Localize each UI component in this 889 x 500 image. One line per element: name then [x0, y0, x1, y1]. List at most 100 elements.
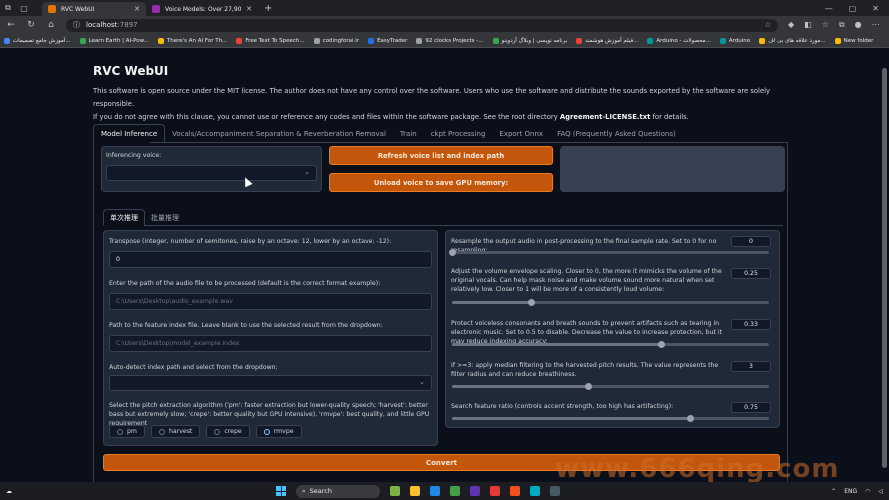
slider-handle[interactable] — [528, 299, 536, 306]
auto-detect-index-dropdown[interactable]: ⌄ — [109, 375, 432, 391]
slider-handle[interactable] — [449, 249, 456, 256]
tab-vocal-separation[interactable]: Vocals/Accompaniment Separation & Reverb… — [165, 124, 393, 143]
resample-slider[interactable] — [449, 249, 769, 256]
tab-actions-icon[interactable]: ▢ — [16, 0, 32, 16]
tab-title: Voice Models: Over 27,900+ Uni — [165, 5, 242, 13]
bookmark-item[interactable]: آموزش جامع تصمیمات... — [4, 37, 71, 44]
windows-start-icon[interactable] — [276, 486, 286, 496]
bookmark-item[interactable]: New folder — [834, 37, 873, 44]
taskbar-search[interactable]: ⌕ Search — [296, 484, 380, 498]
feature-ratio-slider[interactable] — [452, 415, 769, 422]
browser-tab-strip: ⧉ ▢ RVC WebUI ✕ Voice Models: Over 27,90… — [0, 0, 889, 16]
tab-batch-inference[interactable]: 批量推理 — [145, 209, 185, 226]
bookmark-item[interactable]: Free Text To Speech... — [236, 37, 305, 44]
pitch-option-rmvpe[interactable]: rmvpe — [255, 425, 302, 438]
pitch-option-harvest[interactable]: harvest — [150, 425, 201, 438]
app-icon[interactable] — [490, 486, 500, 496]
weather-widget[interactable]: ☁ — [6, 488, 186, 495]
bookmark-item[interactable]: codingforai.ir — [313, 37, 359, 44]
close-tab-icon[interactable]: ✕ — [246, 5, 252, 13]
home-icon[interactable]: ⌂ — [46, 20, 56, 30]
browser-menu-icon[interactable]: ⧉ — [0, 0, 16, 16]
feature-ratio-label: Search feature ratio (controls accent st… — [451, 403, 674, 410]
protect-number-input[interactable]: 0.33 — [731, 319, 771, 330]
site-info-icon[interactable]: ⓘ — [73, 20, 80, 30]
median-filter-number-input[interactable]: 3 — [731, 361, 771, 372]
more-icon[interactable]: ⋯ — [872, 20, 880, 30]
inferencing-voice-dropdown[interactable]: ⌄ — [106, 165, 317, 181]
tab-export-onnx[interactable]: Export Onnx — [492, 124, 550, 143]
refresh-voice-list-button[interactable]: Refresh voice list and index path — [329, 146, 553, 165]
bookmark-item[interactable]: Learn Earth | AI-Pow... — [79, 37, 149, 44]
back-icon[interactable]: ← — [6, 20, 16, 30]
tab-model-inference[interactable]: Model Inference — [93, 124, 166, 143]
split-screen-icon[interactable]: ◧ — [804, 20, 812, 30]
slider-handle[interactable] — [658, 341, 666, 348]
rvc-favicon-icon — [48, 5, 56, 13]
median-filter-slider[interactable] — [452, 383, 769, 390]
url-bar[interactable]: ⓘ localhost:7897 ☆ — [66, 18, 778, 32]
bookmark-item[interactable]: برنامه نویسی | وبلاگ آردوینو — [492, 37, 567, 44]
widgets-app-icon[interactable] — [390, 486, 400, 496]
browser-tab-rvc[interactable]: RVC WebUI ✕ — [42, 2, 146, 16]
bookmark-item[interactable]: فیلم آموزش هوشمند... — [576, 37, 638, 44]
terminal-icon[interactable] — [550, 486, 560, 496]
language-indicator[interactable]: ENG — [844, 488, 857, 495]
reload-icon[interactable]: ↻ — [26, 20, 36, 30]
window-controls: — ▢ ✕ — [825, 4, 889, 13]
store-icon[interactable] — [470, 486, 480, 496]
bookmark-item[interactable]: 92 clocks Projects -... — [416, 37, 484, 44]
page-scrollbar[interactable] — [882, 54, 887, 474]
volume-envelope-slider[interactable] — [452, 299, 769, 306]
tray-up-icon[interactable]: ⌃ — [831, 488, 836, 495]
url-host: localhost — [86, 21, 118, 29]
slider-handle[interactable] — [686, 415, 694, 422]
bookmark-favicon-icon — [759, 37, 766, 44]
rvc-webui-page: RVC WebUI This software is open source u… — [0, 48, 889, 482]
maximize-icon[interactable]: ▢ — [849, 4, 857, 13]
main-tabs: Model Inference Vocals/Accompaniment Sep… — [93, 124, 683, 143]
profile-icon[interactable]: ● — [855, 20, 862, 30]
collections-icon[interactable]: ⧉ — [839, 20, 845, 30]
tab-train[interactable]: Train — [393, 124, 424, 143]
volume-icon[interactable]: ◁ — [878, 488, 883, 495]
bookmark-item[interactable]: Arduino — [719, 37, 750, 44]
bookmark-favicon-icon — [492, 37, 499, 44]
index-path-input[interactable]: C:\Users\Desktop\model_example.index — [109, 335, 432, 352]
chrome-icon[interactable] — [450, 486, 460, 496]
close-window-icon[interactable]: ✕ — [872, 4, 879, 13]
volume-envelope-number-input[interactable]: 0.25 — [731, 268, 771, 279]
app-icon[interactable] — [530, 486, 540, 496]
bookmark-item[interactable]: EasyTrader — [368, 37, 407, 44]
edge-browser-icon[interactable] — [430, 486, 440, 496]
tab-ckpt-processing[interactable]: ckpt Processing — [424, 124, 493, 143]
new-tab-icon[interactable]: + — [264, 3, 272, 14]
audio-path-input[interactable]: C:\Users\Desktop\audio_example.wav — [109, 293, 432, 310]
transpose-label: Transpose (integer, number of semitones,… — [109, 238, 392, 245]
resample-number-input[interactable]: 0 — [731, 236, 771, 247]
tab-faq[interactable]: FAQ (Frequently Asked Questions) — [550, 124, 683, 143]
unload-voice-button[interactable]: Unload voice to save GPU memory: — [329, 173, 553, 192]
browser-tab-voice-models[interactable]: Voice Models: Over 27,900+ Uni ✕ — [146, 2, 258, 16]
protect-slider[interactable] — [452, 341, 769, 348]
transpose-input[interactable]: 0 — [109, 251, 432, 268]
favorites-icon[interactable]: ☆ — [822, 20, 829, 30]
bookmarks-bar: آموزش جامع تصمیمات... Learn Earth | AI-Po… — [0, 34, 889, 48]
extension-icon[interactable]: ◆ — [788, 20, 794, 30]
close-tab-icon[interactable]: ✕ — [134, 5, 140, 13]
system-tray: ⌃ ENG ◠ ◁ — [831, 488, 883, 495]
app-icon[interactable] — [510, 486, 520, 496]
pitch-option-crepe[interactable]: crepe — [206, 425, 250, 438]
bookmark-item[interactable]: Arduino - محصولات... — [647, 37, 711, 44]
bookmark-favicon-icon — [313, 37, 320, 44]
bookmark-item[interactable]: مورد علاقه های بی اف... — [759, 37, 826, 44]
slider-handle[interactable] — [585, 383, 593, 390]
file-explorer-icon[interactable] — [410, 486, 420, 496]
tab-single-inference[interactable]: 单次推理 — [103, 209, 145, 226]
wifi-icon[interactable]: ◠ — [865, 488, 870, 495]
bookmark-item[interactable]: There's An AI For Th... — [157, 37, 227, 44]
pitch-option-pm[interactable]: pm — [109, 425, 145, 438]
bookmark-star-icon[interactable]: ☆ — [765, 21, 771, 29]
feature-ratio-number-input[interactable]: 0.75 — [731, 402, 771, 413]
minimize-icon[interactable]: — — [825, 4, 833, 13]
